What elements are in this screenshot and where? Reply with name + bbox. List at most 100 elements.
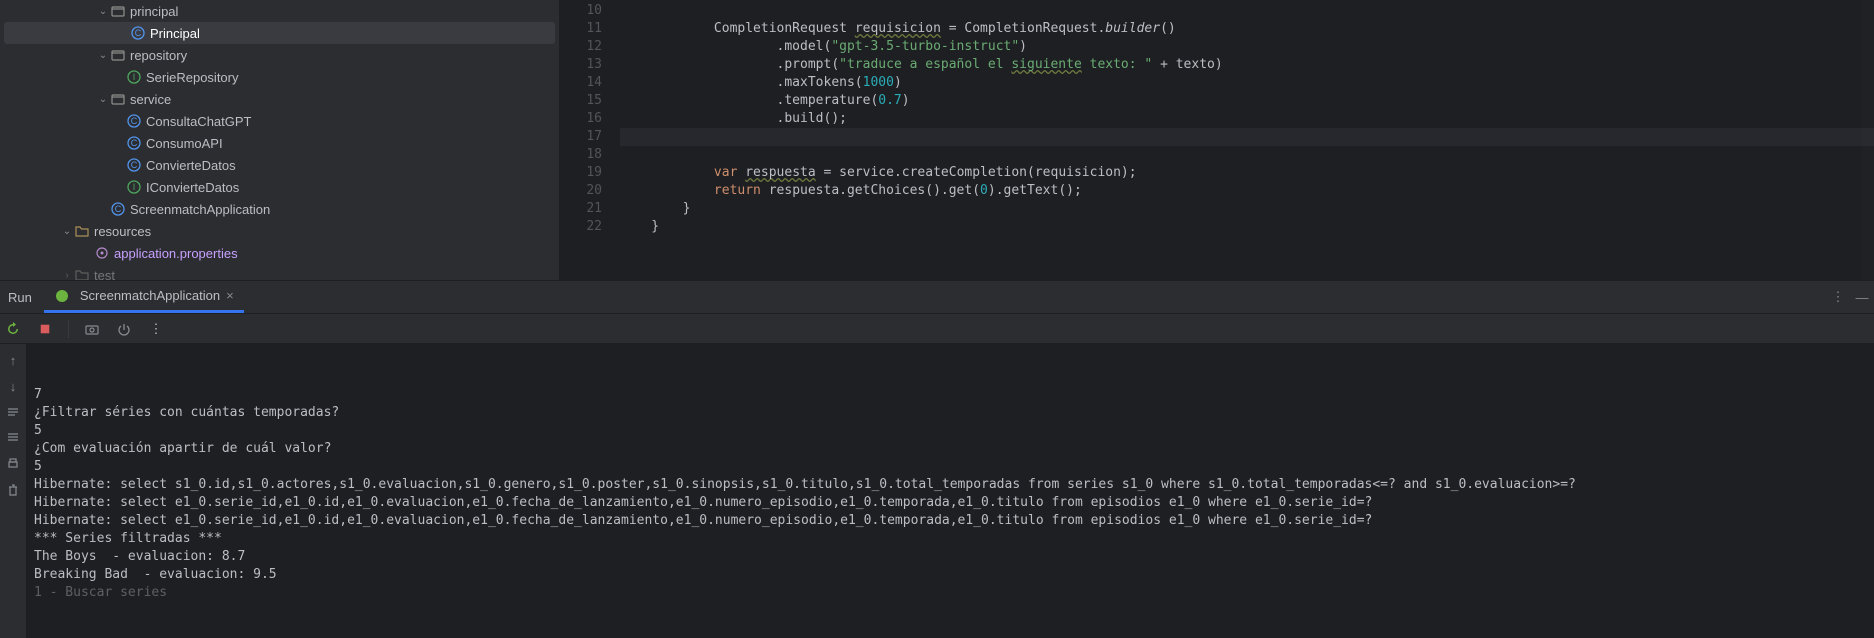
- more-run-icon[interactable]: ⋮: [147, 320, 165, 338]
- editor-gutter: 10 11 12 13 14 15 16 17 18 19 20 21 22: [560, 0, 620, 280]
- editor-body[interactable]: CompletionRequest requisicion = Completi…: [620, 0, 1874, 280]
- scroll-to-end-icon[interactable]: [5, 430, 21, 446]
- code-line: .model("gpt-3.5-turbo-instruct"): [620, 38, 1874, 56]
- code-line: [620, 2, 1874, 20]
- code-line: .maxTokens(1000): [620, 74, 1874, 92]
- console-line: Breaking Bad - evaluacion: 9.5: [34, 567, 277, 582]
- code-line: [620, 146, 1874, 164]
- properties-icon: [94, 245, 110, 261]
- tree-folder-test[interactable]: › test: [0, 264, 559, 280]
- clear-icon[interactable]: [5, 482, 21, 498]
- console-output[interactable]: 7 ¿Filtrar séries con cuántas temporadas…: [26, 344, 1874, 638]
- console-line: The Boys - evaluacion: 8.7: [34, 549, 245, 564]
- class-icon: C: [126, 135, 142, 151]
- run-tab-active[interactable]: ScreenmatchApplication ×: [44, 281, 244, 313]
- tree-interface-iconviertedatos[interactable]: I IConvierteDatos: [0, 176, 559, 198]
- tree-label: principal: [130, 4, 178, 19]
- interface-icon: I: [126, 69, 142, 85]
- tree-label: SerieRepository: [146, 70, 239, 85]
- tree-package-principal[interactable]: ⌄ principal: [0, 0, 559, 22]
- console-line: Hibernate: select s1_0.id,s1_0.actores,s…: [34, 477, 1576, 492]
- up-icon[interactable]: ↑: [5, 352, 21, 368]
- print-icon[interactable]: [5, 456, 21, 472]
- interface-icon: I: [126, 179, 142, 195]
- tree-label: resources: [94, 224, 151, 239]
- svg-text:I: I: [133, 182, 136, 192]
- code-line: .build();: [620, 110, 1874, 128]
- spring-icon: [54, 288, 70, 304]
- chevron-down-icon[interactable]: ⌄: [60, 226, 74, 237]
- tree-label: test: [94, 268, 115, 281]
- console-line: ¿Filtrar séries con cuántas temporadas?: [34, 405, 339, 420]
- exit-icon[interactable]: [115, 320, 133, 338]
- svg-text:C: C: [115, 204, 122, 214]
- class-icon: C: [130, 25, 146, 41]
- console-line: 1 - Buscar series: [34, 585, 167, 600]
- tree-class-conviertedatos[interactable]: C ConvierteDatos: [0, 154, 559, 176]
- softwrap-icon[interactable]: [5, 404, 21, 420]
- console-gutter: ↑ ↓: [0, 344, 26, 638]
- package-icon: [110, 91, 126, 107]
- console-line: ¿Com evaluación apartir de cuál valor?: [34, 441, 331, 456]
- tree-label: IConvierteDatos: [146, 180, 239, 195]
- tree-label: repository: [130, 48, 187, 63]
- class-icon: C: [126, 157, 142, 173]
- chevron-down-icon[interactable]: ⌄: [96, 6, 110, 17]
- stop-icon[interactable]: [36, 320, 54, 338]
- tree-package-service[interactable]: ⌄ service: [0, 88, 559, 110]
- project-tree[interactable]: ⌄ principal C Principal ⌄ repository I S…: [0, 0, 560, 280]
- chevron-down-icon[interactable]: ⌄: [96, 50, 110, 61]
- code-line: .temperature(0.7): [620, 92, 1874, 110]
- editor-scrollbar[interactable]: [1862, 0, 1874, 280]
- code-line: }: [620, 218, 1874, 236]
- run-tab-title: ScreenmatchApplication: [80, 288, 220, 303]
- chevron-right-icon[interactable]: ›: [60, 270, 74, 281]
- tree-label: application.properties: [114, 246, 238, 261]
- more-icon[interactable]: ⋮: [1826, 285, 1850, 309]
- down-icon[interactable]: ↓: [5, 378, 21, 394]
- tree-label: ConsumoAPI: [146, 136, 223, 151]
- chevron-down-icon[interactable]: ⌄: [96, 94, 110, 105]
- console-line: Hibernate: select e1_0.serie_id,e1_0.id,…: [34, 513, 1372, 528]
- package-icon: [110, 47, 126, 63]
- tree-class-consumoapi[interactable]: C ConsumoAPI: [0, 132, 559, 154]
- tree-class-screenmatchapp[interactable]: C ScreenmatchApplication: [0, 198, 559, 220]
- code-editor[interactable]: 10 11 12 13 14 15 16 17 18 19 20 21 22 C…: [560, 0, 1874, 280]
- screenshot-icon[interactable]: [83, 320, 101, 338]
- close-icon[interactable]: ×: [226, 288, 234, 303]
- run-toolwindow-label: Run: [8, 290, 32, 305]
- class-icon: C: [126, 113, 142, 129]
- console-line: *** Series filtradas ***: [34, 531, 222, 546]
- svg-text:I: I: [133, 72, 136, 82]
- code-line: var respuesta = service.createCompletion…: [620, 164, 1874, 182]
- tree-label: ConvierteDatos: [146, 158, 236, 173]
- console-line: 7: [34, 387, 42, 402]
- tree-package-repository[interactable]: ⌄ repository: [0, 44, 559, 66]
- tree-interface-serierepository[interactable]: I SerieRepository: [0, 66, 559, 88]
- svg-text:C: C: [131, 138, 138, 148]
- console-line: Hibernate: select e1_0.serie_id,e1_0.id,…: [34, 495, 1372, 510]
- code-line: CompletionRequest requisicion = Completi…: [620, 20, 1874, 38]
- svg-text:C: C: [131, 116, 138, 126]
- resources-folder-icon: [74, 223, 90, 239]
- tree-label: ConsultaChatGPT: [146, 114, 252, 129]
- class-icon: C: [110, 201, 126, 217]
- tree-label: Principal: [150, 26, 200, 41]
- code-line-current: [620, 128, 1874, 146]
- tree-class-principal[interactable]: C Principal: [4, 22, 555, 44]
- tree-folder-resources[interactable]: ⌄ resources: [0, 220, 559, 242]
- folder-icon: [74, 267, 90, 280]
- run-tab-bar: Run ScreenmatchApplication × ⋮ —: [0, 280, 1874, 314]
- tree-label: ScreenmatchApplication: [130, 202, 270, 217]
- package-icon: [110, 3, 126, 19]
- code-line: .prompt("traduce a español el siguiente …: [620, 56, 1874, 74]
- code-line: }: [620, 200, 1874, 218]
- tree-class-consultachatgpt[interactable]: C ConsultaChatGPT: [0, 110, 559, 132]
- tree-label: service: [130, 92, 171, 107]
- minimize-icon[interactable]: —: [1850, 285, 1874, 309]
- rerun-icon[interactable]: [4, 320, 22, 338]
- run-toolbar: ⋮: [0, 314, 1874, 344]
- code-line: return respuesta.getChoices().get(0).get…: [620, 182, 1874, 200]
- tree-file-applicationproperties[interactable]: application.properties: [0, 242, 559, 264]
- console-line: 5: [34, 423, 42, 438]
